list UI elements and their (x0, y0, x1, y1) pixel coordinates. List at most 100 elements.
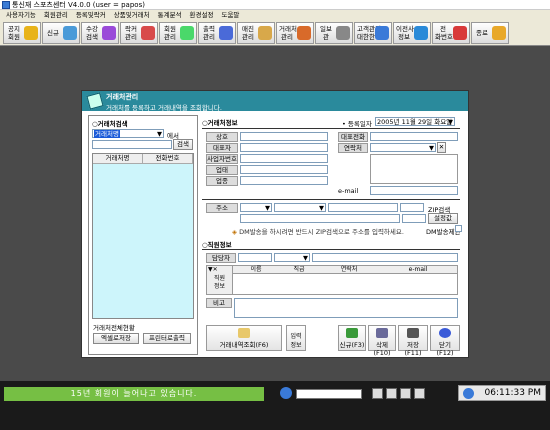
manager-memo-input[interactable] (312, 253, 458, 262)
toolbar-button-label: 공지 회원 (8, 24, 20, 41)
manager-input[interactable] (238, 253, 272, 262)
ceo-input[interactable] (240, 143, 328, 152)
search-type-select[interactable]: 거래처명 ▼ (92, 129, 164, 138)
col-staff-name[interactable]: 이름 (233, 266, 279, 273)
toolbar-icon (63, 25, 77, 40)
input-info-button[interactable]: 입력 정보 (286, 325, 306, 351)
main-phone-input[interactable] (370, 132, 458, 141)
label-ceo: 대표자 (206, 143, 238, 153)
toolbar-button-6[interactable]: 매진 관리 (237, 21, 275, 44)
company-input[interactable] (240, 132, 328, 141)
hand-icon (238, 328, 250, 338)
client-list[interactable]: 거래처명 전화번호 (92, 153, 194, 319)
contact-list[interactable] (370, 154, 458, 184)
app-icon (2, 1, 10, 9)
staff-control-icons[interactable]: ▼✕ (208, 266, 218, 273)
toolbar-button-label: 종료 (476, 28, 488, 37)
search-input[interactable] (92, 140, 172, 149)
contact-delete-button[interactable]: ✕ (437, 142, 446, 153)
toolbar-button-8[interactable]: 일보 관 (315, 21, 353, 44)
reg-date-label: • 등록일자 (342, 120, 372, 128)
toolbar-icon (24, 25, 38, 40)
address-detail-input[interactable] (240, 214, 400, 223)
label-company: 상호 (206, 132, 238, 142)
col-staff-email[interactable]: e-mail (379, 266, 457, 273)
print-button[interactable]: 프린터로출력 (143, 333, 191, 344)
col-client-name[interactable]: 거래처명 (93, 154, 143, 163)
toolbar-button-3[interactable]: 락커 관리 (120, 21, 158, 44)
staff-section-title: ○직원정보 (202, 241, 232, 249)
menu-locker[interactable]: 등록및락커 (76, 10, 106, 20)
toolbar-icon (141, 25, 155, 40)
status-input[interactable] (296, 389, 362, 399)
toolbar-icon (102, 25, 116, 40)
delete-button[interactable]: 삭제(F10) (368, 325, 396, 357)
email-input[interactable] (370, 186, 458, 195)
toolbar-button-5[interactable]: 출력 관리 (198, 21, 236, 44)
toolbar-button-0[interactable]: 공지 회원 (3, 21, 41, 44)
clear-button[interactable]: 설정값 (428, 213, 458, 224)
address-extra-input[interactable] (402, 214, 426, 223)
chevron-down-icon: ▼ (429, 144, 434, 152)
clock: 06:11:33 PM (458, 385, 546, 401)
dm-restrict-checkbox[interactable] (455, 225, 462, 232)
label-manager: 담당자 (206, 253, 236, 263)
chevron-down-icon: ▼ (448, 118, 453, 126)
info-panel: ○거래처정보 • 등록일자 2005년 11월 29일 화요일 ▼ 상호 대표자 … (202, 115, 464, 357)
toolbar-button-11[interactable]: 전 화번호 (432, 21, 470, 44)
contact-select[interactable]: ▼ (370, 143, 436, 152)
toolbar-button-label: 출력 관리 (203, 24, 215, 41)
biztype-input[interactable] (240, 165, 328, 174)
history-button[interactable]: 거래내역조회(F6) (206, 325, 282, 351)
toolbar-button-label: 락커 관리 (125, 24, 137, 41)
menu-stats[interactable]: 통계분석 (158, 10, 182, 20)
menu-settings[interactable]: 환경설정 (190, 10, 214, 20)
col-staff-rank[interactable]: 직급 (279, 266, 319, 273)
bizitem-input[interactable] (240, 176, 328, 185)
note-textarea[interactable] (234, 298, 458, 318)
toolbar-button-2[interactable]: 수강 검색 (81, 21, 119, 44)
toolbar-button-label: 전 화번호 (435, 24, 453, 41)
toolbar-button-label: 이전사 정보 (396, 24, 414, 41)
address-dong-input[interactable] (328, 203, 398, 212)
staff-grid[interactable]: 직원 정보 ▼✕ 이름 직급 연락처 e-mail (206, 265, 458, 295)
close-button[interactable]: 닫기(F12) (430, 325, 460, 357)
menu-product[interactable]: 상품및거래처 (114, 10, 150, 20)
toolbar-button-12[interactable]: 종료 (471, 21, 509, 44)
zip-input[interactable] (400, 203, 424, 212)
notebook-icon (86, 92, 104, 110)
toolbar-button-label: 회원 관리 (164, 24, 176, 41)
menu-user[interactable]: 사용자기능 (6, 10, 36, 20)
tray-icon-1[interactable] (372, 388, 383, 399)
toolbar-button-10[interactable]: 이전사 정보 (393, 21, 431, 44)
menu-member[interactable]: 회원관리 (44, 10, 68, 20)
reg-date-picker[interactable]: 2005년 11월 29일 화요일 ▼ (375, 117, 455, 126)
app-title: 통신재 스포츠센터 V4.0.0 (user = papos) (12, 1, 145, 9)
client-manager-window: 거래처관리 거래처를 등록하고 거래내역을 조회합니다. ○거래처검색 거래처명… (81, 90, 469, 358)
tray-icon-3[interactable] (400, 388, 411, 399)
col-staff-contact[interactable]: 연락처 (319, 266, 379, 273)
search-button[interactable]: 검색 (173, 139, 193, 150)
toolbar-button-7[interactable]: 거래처 관리 (276, 21, 314, 44)
tray-icon-4[interactable] (414, 388, 425, 399)
chevron-down-icon: ▼ (265, 204, 270, 212)
toolbar-button-9[interactable]: 고객관리 대한한 (354, 21, 392, 44)
search-section-title: ○거래처검색 (92, 120, 128, 128)
excel-save-button[interactable]: 엑셀로저장 (93, 333, 139, 344)
globe-icon[interactable] (280, 387, 292, 399)
address-sido-select[interactable]: ▼ (240, 203, 272, 212)
toolbar-button-1[interactable]: 신규 (42, 21, 80, 44)
save-button[interactable]: 저장(F11) (398, 325, 428, 357)
menu-help[interactable]: 도움말 (221, 10, 239, 20)
window-header: 거래처관리 거래처를 등록하고 거래내역을 조회합니다. (82, 91, 468, 112)
toolbar-icon (414, 25, 428, 40)
col-phone[interactable]: 전화번호 (143, 154, 193, 163)
window-title: 거래처관리 (106, 93, 139, 101)
manager-select[interactable]: ▼ (274, 253, 310, 262)
tray-icon-2[interactable] (386, 388, 397, 399)
new-button[interactable]: 신규(F3) (338, 325, 366, 351)
warning-icon: ◈ (232, 228, 237, 236)
bizno-input[interactable] (240, 154, 328, 163)
toolbar-button-4[interactable]: 회원 관리 (159, 21, 197, 44)
address-gu-select[interactable]: ▼ (274, 203, 326, 212)
